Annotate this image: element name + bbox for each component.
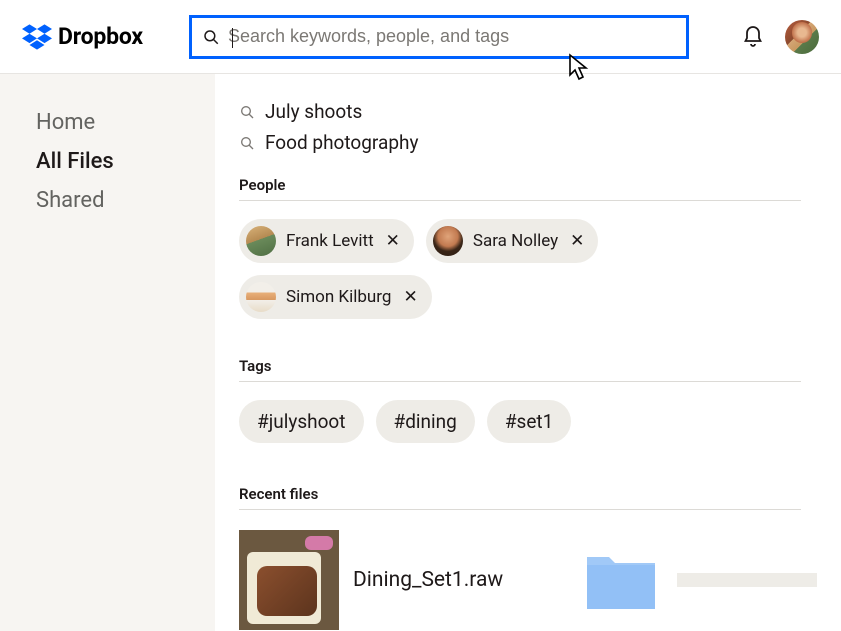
folder-icon bbox=[585, 551, 657, 609]
brand-logo[interactable]: Dropbox bbox=[22, 23, 143, 50]
file-name[interactable]: Dining_Set1.raw bbox=[353, 568, 503, 592]
people-chips: Frank Levitt ✕ Sara Nolley ✕ Simon Kilbu… bbox=[239, 219, 801, 319]
remove-chip-icon[interactable]: ✕ bbox=[570, 231, 584, 251]
search-icon bbox=[239, 104, 255, 120]
text-caret bbox=[232, 28, 233, 48]
remove-chip-icon[interactable]: ✕ bbox=[386, 231, 400, 251]
recent-files-row: Dining_Set1.raw bbox=[239, 530, 801, 630]
section-heading-people: People bbox=[239, 176, 801, 194]
tag-chip-dining[interactable]: #dining bbox=[376, 400, 475, 443]
account-avatar[interactable] bbox=[785, 20, 819, 54]
header-actions bbox=[741, 20, 819, 54]
tag-text: #set1 bbox=[505, 410, 553, 433]
search-bar[interactable] bbox=[189, 15, 689, 59]
section-heading-recent: Recent files bbox=[239, 485, 801, 503]
search-suggestion[interactable]: July shoots bbox=[239, 100, 801, 123]
remove-chip-icon[interactable]: ✕ bbox=[403, 287, 417, 307]
avatar-icon bbox=[246, 226, 276, 256]
tag-chip-set1[interactable]: #set1 bbox=[487, 400, 571, 443]
person-name: Sara Nolley bbox=[473, 231, 558, 251]
suggestion-text: Food photography bbox=[265, 131, 418, 154]
person-name: Frank Levitt bbox=[286, 231, 374, 251]
sidebar-item-shared[interactable]: Shared bbox=[36, 188, 215, 213]
search-input[interactable] bbox=[220, 26, 676, 47]
sidebar-item-home[interactable]: Home bbox=[36, 110, 215, 135]
divider bbox=[239, 200, 801, 201]
suggestion-text: July shoots bbox=[265, 100, 362, 123]
search-icon bbox=[239, 135, 255, 151]
sidebar-nav: Home All Files Shared bbox=[0, 74, 215, 631]
tag-text: #dining bbox=[394, 410, 457, 433]
dropbox-glyph-icon bbox=[22, 24, 52, 50]
person-name: Simon Kilburg bbox=[286, 287, 391, 307]
person-chip-simon[interactable]: Simon Kilburg ✕ bbox=[239, 275, 432, 319]
person-chip-sara[interactable]: Sara Nolley ✕ bbox=[426, 219, 599, 263]
search-icon bbox=[202, 28, 220, 46]
tag-chip-julyshoot[interactable]: #julyshoot bbox=[239, 400, 364, 443]
search-dropdown: July shoots Food photography People Fran… bbox=[215, 74, 841, 631]
avatar-icon bbox=[433, 226, 463, 256]
sidebar-item-all-files[interactable]: All Files bbox=[36, 149, 215, 174]
tag-text: #julyshoot bbox=[257, 410, 346, 433]
section-heading-tags: Tags bbox=[239, 357, 801, 375]
divider bbox=[239, 509, 801, 510]
search-suggestion[interactable]: Food photography bbox=[239, 131, 801, 154]
person-chip-frank[interactable]: Frank Levitt ✕ bbox=[239, 219, 414, 263]
brand-name: Dropbox bbox=[58, 23, 143, 50]
divider bbox=[239, 381, 801, 382]
recent-folder[interactable] bbox=[585, 551, 817, 609]
app-header: Dropbox bbox=[0, 0, 841, 74]
avatar-icon bbox=[246, 282, 276, 312]
file-thumbnail[interactable] bbox=[239, 530, 339, 630]
tag-chips: #julyshoot #dining #set1 bbox=[239, 400, 801, 443]
notifications-icon[interactable] bbox=[741, 25, 765, 49]
folder-name-placeholder bbox=[677, 573, 817, 587]
